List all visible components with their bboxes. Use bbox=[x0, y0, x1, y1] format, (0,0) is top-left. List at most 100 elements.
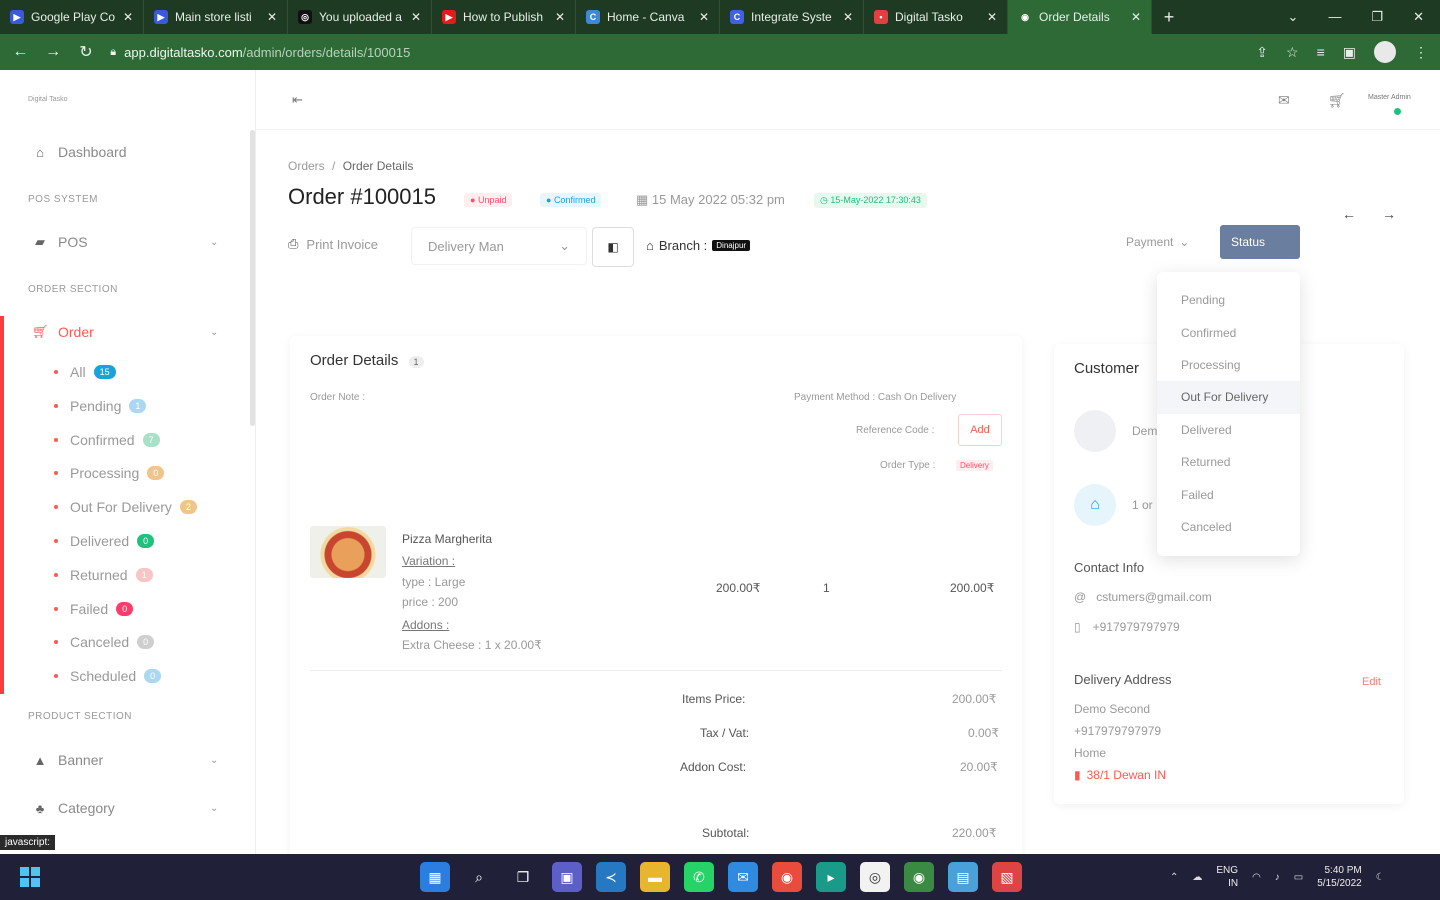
edit-address-link[interactable]: Edit bbox=[1362, 676, 1381, 688]
close-tab-icon[interactable]: ✕ bbox=[699, 10, 709, 24]
status-option[interactable]: Pending bbox=[1157, 284, 1300, 316]
side-panel-icon[interactable]: ▣ bbox=[1343, 44, 1356, 61]
address-bar[interactable]: 🔒︎ app.digitaltasko.com/admin/orders/det… bbox=[110, 39, 1240, 65]
notification-icon[interactable]: ☾ bbox=[1376, 872, 1385, 883]
status-option[interactable]: Confirmed bbox=[1157, 316, 1300, 348]
status-option[interactable]: Out For Delivery bbox=[1157, 381, 1300, 414]
reload-icon[interactable]: ↻ bbox=[78, 42, 95, 62]
chevron-up-icon[interactable]: ⌃ bbox=[1170, 872, 1178, 883]
share-icon[interactable]: ⇪ bbox=[1256, 44, 1268, 61]
status-option[interactable]: Canceled bbox=[1157, 511, 1300, 543]
battery-icon[interactable]: ▭ bbox=[1294, 872, 1303, 883]
next-order-arrow-icon[interactable]: → bbox=[1382, 206, 1396, 222]
payment-status-dropdown[interactable]: Payment ⌄ bbox=[1116, 227, 1206, 257]
order-status-dropdown[interactable]: Status bbox=[1220, 225, 1300, 259]
forward-icon[interactable]: → bbox=[45, 43, 62, 61]
media-icon[interactable]: ≡ bbox=[1317, 44, 1325, 60]
browser-tab[interactable]: C Home - Canva ✕ bbox=[576, 0, 720, 34]
sidebar-scrollbar[interactable] bbox=[250, 130, 255, 426]
print-invoice-button[interactable]: ⎙ Print Invoice bbox=[288, 236, 378, 252]
terminal-icon[interactable]: ▸ bbox=[816, 862, 846, 892]
close-tab-icon[interactable]: ✕ bbox=[987, 10, 997, 24]
status-option[interactable]: Returned bbox=[1157, 446, 1300, 478]
delivery-man-select[interactable]: Delivery Man ⌄ bbox=[411, 227, 587, 265]
status-option[interactable]: Failed bbox=[1157, 478, 1300, 510]
status-option[interactable]: Processing bbox=[1157, 349, 1300, 381]
collapse-sidebar-icon[interactable]: ⇤ bbox=[292, 92, 303, 108]
wifi-icon[interactable]: ◠ bbox=[1252, 872, 1261, 883]
breadcrumb-orders[interactable]: Orders bbox=[288, 159, 325, 173]
sidebar-subitem[interactable]: Confirmed 7 bbox=[54, 432, 160, 448]
browser-tab[interactable]: ▶ Google Play Co ✕ bbox=[0, 0, 144, 34]
location-map-button[interactable]: ◧ bbox=[592, 227, 634, 267]
sidebar-subitem[interactable]: Pending 1 bbox=[54, 398, 147, 414]
message-icon[interactable]: ✉ bbox=[1278, 92, 1290, 109]
chrome-profile-icon[interactable]: ◉ bbox=[904, 862, 934, 892]
start-button[interactable] bbox=[20, 867, 40, 887]
sidebar-subitem[interactable]: Processing 0 bbox=[54, 465, 165, 481]
close-window-icon[interactable]: ✕ bbox=[1413, 9, 1424, 25]
browser-icon[interactable]: ◎ bbox=[860, 862, 890, 892]
sidebar-subitem[interactable]: Returned 1 bbox=[54, 567, 153, 583]
browser-tab[interactable]: C Integrate Syste ✕ bbox=[720, 0, 864, 34]
sidebar-subitem[interactable]: Scheduled 0 bbox=[54, 668, 162, 684]
add-reference-button[interactable]: Add bbox=[958, 414, 1002, 446]
sidebar-item-order[interactable]: 🛒︎ Order ⌄ bbox=[32, 324, 218, 340]
sidebar-subitem[interactable]: All 15 bbox=[54, 364, 116, 380]
browser-tab[interactable]: ▶ Main store listi ✕ bbox=[144, 0, 288, 34]
cart-icon[interactable]: 🛒︎ bbox=[1328, 92, 1346, 109]
tab-search-icon[interactable]: ⌄ bbox=[1288, 9, 1299, 25]
browser-tab[interactable]: • Digital Tasko ✕ bbox=[864, 0, 1008, 34]
sidebar-item-banner[interactable]: ▲ Banner ⌄ bbox=[32, 752, 219, 768]
close-tab-icon[interactable]: ✕ bbox=[1131, 10, 1141, 24]
tab-favicon-icon: ◎ bbox=[298, 10, 312, 24]
line-total: 200.00₹ bbox=[950, 581, 995, 595]
bookmark-star-icon[interactable]: ☆ bbox=[1286, 44, 1299, 61]
browser-tab[interactable]: ◎ You uploaded a ✕ bbox=[288, 0, 432, 34]
file-explorer-icon[interactable]: ▬ bbox=[640, 862, 670, 892]
back-icon[interactable]: ← bbox=[12, 43, 29, 61]
minimize-icon[interactable]: — bbox=[1328, 9, 1341, 25]
app-icon[interactable]: ▧ bbox=[992, 862, 1022, 892]
new-tab-button[interactable]: + bbox=[1152, 7, 1186, 28]
close-tab-icon[interactable]: ✕ bbox=[555, 10, 565, 24]
status-option[interactable]: Delivered bbox=[1157, 414, 1300, 446]
cloud-icon[interactable]: ☁ bbox=[1192, 872, 1202, 883]
vscode-icon[interactable]: ≺ bbox=[596, 862, 626, 892]
admin-name[interactable]: Master Admin bbox=[1368, 94, 1411, 101]
restore-icon[interactable]: ❐ bbox=[1371, 9, 1383, 25]
search-icon[interactable]: ⌕ bbox=[464, 862, 494, 892]
sidebar-item-pos[interactable]: ▰ POS ⌄ bbox=[32, 234, 218, 250]
profile-avatar[interactable] bbox=[1374, 41, 1396, 63]
app-logo[interactable]: Digital Tasko bbox=[28, 96, 68, 103]
address-line[interactable]: ▮ 38/1 Dewan IN bbox=[1074, 768, 1166, 782]
previous-order-arrow-icon[interactable]: ← bbox=[1342, 206, 1356, 222]
widgets-icon[interactable]: ▦ bbox=[420, 862, 450, 892]
close-tab-icon[interactable]: ✕ bbox=[267, 10, 277, 24]
sidebar-subitem[interactable]: Failed 0 bbox=[54, 601, 134, 617]
notepad-icon[interactable]: ▤ bbox=[948, 862, 978, 892]
whatsapp-icon[interactable]: ✆ bbox=[684, 862, 714, 892]
close-tab-icon[interactable]: ✕ bbox=[411, 10, 421, 24]
menu-kebab-icon[interactable]: ⋮ bbox=[1414, 44, 1428, 61]
browser-tab[interactable]: ◉ Order Details ✕ bbox=[1008, 0, 1152, 34]
close-tab-icon[interactable]: ✕ bbox=[123, 10, 133, 24]
language-indicator[interactable]: ENG IN bbox=[1216, 864, 1238, 890]
chrome-icon[interactable]: ◉ bbox=[772, 862, 802, 892]
image-icon: ▲ bbox=[33, 752, 47, 768]
sidebar-subitem[interactable]: Canceled 0 bbox=[54, 634, 155, 650]
sidebar-item-dashboard[interactable]: ⌂ Dashboard bbox=[32, 144, 126, 160]
clock[interactable]: 5:40 PM 5/15/2022 bbox=[1317, 864, 1362, 890]
customer-name[interactable]: Dem bbox=[1132, 424, 1157, 438]
volume-icon[interactable]: ♪ bbox=[1275, 872, 1280, 883]
browser-tab[interactable]: ▶ How to Publish ✕ bbox=[432, 0, 576, 34]
tab-favicon-icon: • bbox=[874, 10, 888, 24]
sidebar-subitem[interactable]: Out For Delivery 2 bbox=[54, 499, 197, 515]
teams-icon[interactable]: ▣ bbox=[552, 862, 582, 892]
mail-icon[interactable]: ✉ bbox=[728, 862, 758, 892]
task-view-icon[interactable]: ❐ bbox=[508, 862, 538, 892]
close-tab-icon[interactable]: ✕ bbox=[843, 10, 853, 24]
sidebar-subitem[interactable]: Delivered 0 bbox=[54, 533, 155, 549]
sidebar-item-category[interactable]: ♣ Category ⌄ bbox=[32, 800, 219, 816]
chevron-down-icon: ⌄ bbox=[210, 802, 219, 814]
